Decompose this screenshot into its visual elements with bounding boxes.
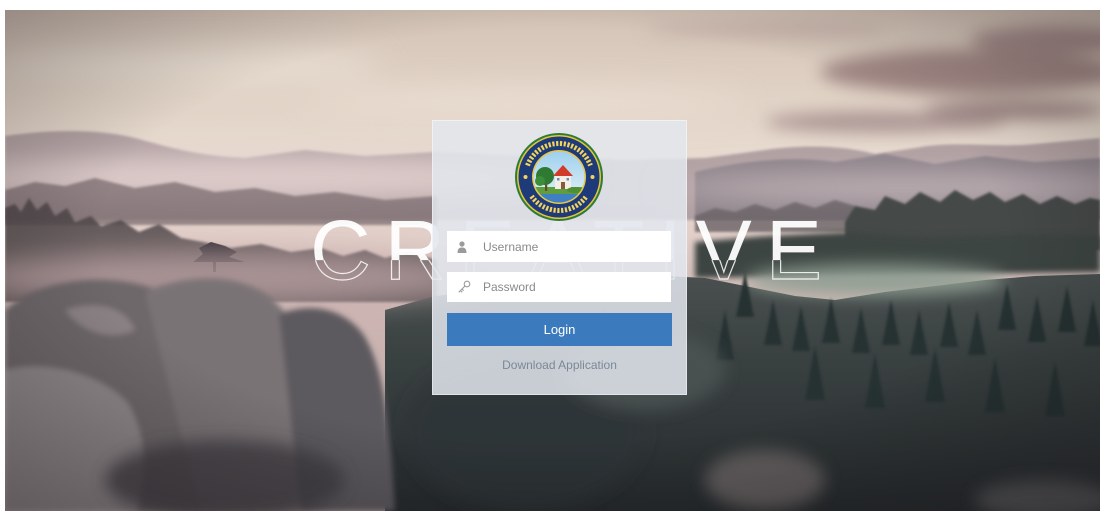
municipality-seal-logo xyxy=(515,133,603,221)
username-field xyxy=(447,231,671,262)
password-input[interactable] xyxy=(447,272,671,302)
download-application-link[interactable]: Download Application xyxy=(433,357,686,373)
password-field xyxy=(447,272,671,302)
username-input[interactable] xyxy=(447,231,671,262)
login-button[interactable]: Login xyxy=(447,313,672,346)
login-panel: Login Download Application xyxy=(432,120,687,395)
